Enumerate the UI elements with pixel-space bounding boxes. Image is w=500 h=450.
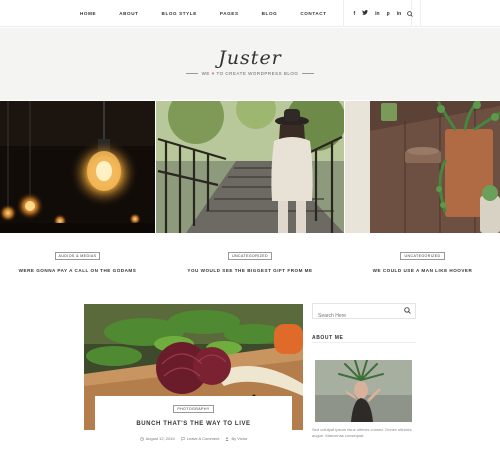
slide-title[interactable]: WERE GONNA PAY A CALL ON THE GODAMS bbox=[0, 268, 155, 273]
heart-icon: ♥ bbox=[211, 71, 215, 76]
divider bbox=[185, 73, 198, 75]
post-comments[interactable]: Leave A Comment bbox=[181, 436, 220, 441]
twitter-icon[interactable] bbox=[362, 10, 369, 17]
post-category-badge[interactable]: PHOTOGRAPHY bbox=[173, 405, 214, 413]
category-badge[interactable]: AUDIOS & MEDIAS bbox=[54, 252, 101, 260]
nav-pages[interactable]: PAGES bbox=[220, 11, 239, 16]
post-title[interactable]: BUNCH THAT'S THE WAY TO LIVE bbox=[95, 421, 292, 427]
nav-blog[interactable]: BLOG bbox=[262, 11, 278, 16]
site-logo[interactable]: Juster bbox=[0, 47, 500, 69]
category-badge[interactable]: UNCATEGORIZED bbox=[227, 252, 273, 260]
linkedin-icon[interactable]: in bbox=[375, 11, 379, 17]
slide-title[interactable]: WE COULD USE A MAN LIKE HOOVER bbox=[345, 268, 500, 273]
tagline-suffix: TO CREATE WORDPRESS BLOG bbox=[216, 71, 299, 76]
slide-image-bulbs[interactable] bbox=[0, 101, 155, 233]
user-icon bbox=[225, 436, 229, 441]
comment-icon bbox=[181, 436, 185, 441]
sidebar-search bbox=[312, 303, 416, 323]
post-date: August 12, 2015 bbox=[139, 436, 175, 441]
about-widget-title: ABOUT ME bbox=[312, 335, 344, 341]
post-date-text: August 12, 2015 bbox=[145, 436, 175, 441]
slide-caption: UNCATEGORIZED YOU WOULD SEE THE BIGGEST … bbox=[156, 244, 344, 273]
slide-image-plants[interactable] bbox=[345, 101, 500, 233]
post-card: PHOTOGRAPHY BUNCH THAT'S THE WAY TO LIVE… bbox=[95, 396, 292, 450]
nav-contact[interactable]: CONTACT bbox=[300, 11, 326, 16]
category-badge[interactable]: UNCATEGORIZED bbox=[400, 252, 445, 260]
search-toggle-button[interactable] bbox=[399, 0, 421, 27]
search-icon[interactable] bbox=[404, 307, 411, 314]
main-menu: HOME ABOUT BLOG STYLE PAGES BLOG CONTACT bbox=[80, 0, 350, 27]
slide-image-stairs[interactable] bbox=[156, 101, 344, 233]
about-image bbox=[315, 360, 412, 422]
nav-blog-style[interactable]: BLOG STYLE bbox=[162, 11, 197, 16]
slide-caption: AUDIOS & MEDIAS WERE GONNA PAY A CALL ON… bbox=[0, 244, 155, 273]
about-description: Sed volutpat ipsum risus ultrices consec… bbox=[312, 427, 412, 438]
post-author-text[interactable]: By Victor bbox=[231, 436, 247, 441]
facebook-icon[interactable]: f bbox=[354, 11, 356, 17]
post-meta: August 12, 2015 Leave A Comment By Victo… bbox=[95, 436, 292, 441]
post-author[interactable]: By Victor bbox=[225, 436, 247, 441]
slide-caption: UNCATEGORIZED WE COULD USE A MAN LIKE HO… bbox=[345, 244, 500, 273]
post-comments-text[interactable]: Leave A Comment bbox=[187, 436, 220, 441]
nav-home[interactable]: HOME bbox=[80, 11, 96, 16]
search-input[interactable] bbox=[313, 309, 399, 323]
slide-title[interactable]: YOU WOULD SEE THE BIGGEST GIFT FROM ME bbox=[156, 268, 344, 273]
tagline-prefix: WE bbox=[201, 71, 210, 76]
top-navigation-bar: HOME ABOUT BLOG STYLE PAGES BLOG CONTACT… bbox=[0, 0, 500, 27]
divider bbox=[302, 73, 315, 75]
divider bbox=[312, 342, 416, 343]
pinterest-icon[interactable]: p bbox=[387, 11, 390, 17]
clock-icon bbox=[139, 436, 144, 441]
site-tagline: WE ♥ TO CREATE WORDPRESS BLOG bbox=[0, 71, 500, 76]
search-icon bbox=[406, 10, 413, 17]
nav-about[interactable]: ABOUT bbox=[119, 11, 138, 16]
